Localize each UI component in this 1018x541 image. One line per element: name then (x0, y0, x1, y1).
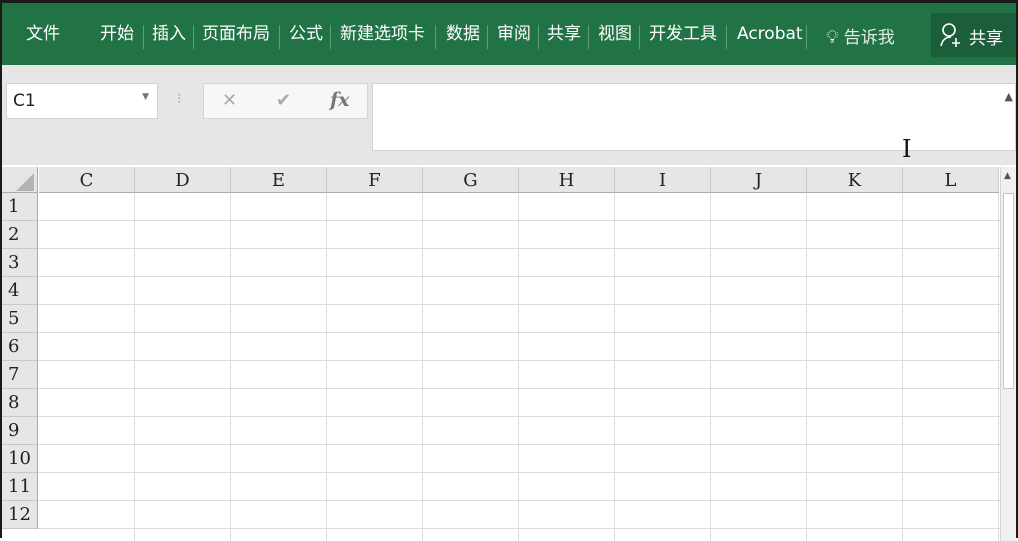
tab-11[interactable]: Acrobat (737, 23, 803, 45)
column-gridline (902, 193, 903, 541)
column-gridline (326, 193, 327, 541)
tab-9[interactable]: 视图 (598, 23, 632, 45)
column-header-G[interactable]: G (423, 167, 519, 193)
ribbon: 文件 💡︎ 告诉我 共享 开始 插入 页面布局 公式 新建选项卡 数据 审阅 共享 视图 开发工具… (2, 3, 1016, 65)
tab-10[interactable]: 开发工具 (649, 23, 717, 45)
column-gridline (710, 193, 711, 541)
vertical-scrollbar[interactable]: ▲ (1000, 167, 1016, 541)
row-gridline (38, 416, 1000, 417)
collapse-icon[interactable]: ▲ (1005, 90, 1013, 103)
cancel-button[interactable]: ✕ (222, 90, 237, 111)
tab-3[interactable]: 页面布局 (202, 23, 270, 45)
row-header-11[interactable]: 11 (2, 473, 38, 501)
column-gridline (806, 193, 807, 541)
row-header-3[interactable]: 3 (2, 249, 38, 277)
column-header-H[interactable]: H (519, 167, 615, 193)
row-header-1[interactable]: 1 (2, 193, 38, 221)
row-gridline (38, 388, 1000, 389)
column-header-F[interactable]: F (327, 167, 423, 193)
formula-bar-area: C1 ▼ ⁝ ✕ ✔ fx ▲ I (2, 65, 1016, 165)
tab-separator (538, 25, 539, 49)
row-gridline (38, 444, 1000, 445)
column-header-K[interactable]: K (807, 167, 903, 193)
tab-4[interactable]: 公式 (289, 23, 323, 45)
tab-6[interactable]: 数据 (446, 23, 480, 45)
tab-5[interactable]: 新建选项卡 (340, 23, 425, 45)
name-box-value: C1 (13, 91, 36, 111)
text-cursor-icon: I (902, 135, 912, 163)
tab-separator (330, 25, 331, 49)
tab-separator (143, 25, 144, 49)
select-all-triangle-icon (16, 173, 34, 191)
share-label: 共享 (969, 29, 1003, 49)
share-button[interactable]: 共享 (931, 13, 1016, 57)
scroll-up-icon[interactable]: ▲ (1004, 171, 1011, 181)
row-header-12[interactable]: 12 (2, 501, 38, 529)
row-header-10[interactable]: 10 (2, 445, 38, 473)
lightbulb-icon: 💡︎ (826, 27, 839, 48)
tab-8[interactable]: 共享 (547, 23, 581, 45)
tell-me-label: 告诉我 (843, 28, 895, 48)
tab-file[interactable]: 文件 (26, 23, 60, 45)
row-gridline (38, 472, 1000, 473)
row-header-2[interactable]: 2 (2, 221, 38, 249)
row-header-5[interactable]: 5 (2, 305, 38, 333)
column-header-C[interactable]: C (39, 167, 135, 193)
grip-icon: ⁝ (177, 91, 182, 107)
select-all-button[interactable] (2, 167, 38, 193)
tab-separator (279, 25, 280, 49)
row-header-9[interactable]: 9 (2, 417, 38, 445)
row-header-8[interactable]: 8 (2, 389, 38, 417)
tab-separator (806, 25, 807, 49)
row-gridline (38, 500, 1000, 501)
row-gridline (38, 304, 1000, 305)
tab-separator (639, 25, 640, 49)
row-header-7[interactable]: 7 (2, 361, 38, 389)
formula-buttons: ✕ ✔ fx (203, 83, 368, 119)
name-box[interactable]: C1 ▼ (6, 83, 158, 119)
column-header-I[interactable]: I (615, 167, 711, 193)
tab-separator (588, 25, 589, 49)
tab-separator (487, 25, 488, 49)
add-person-icon (940, 23, 960, 47)
tab-separator (193, 25, 194, 49)
row-gridline (38, 332, 1000, 333)
column-header-L[interactable]: L (903, 167, 999, 193)
tab-7[interactable]: 审阅 (497, 23, 531, 45)
spreadsheet-grid[interactable]: ▲ C D E F G H I J K L 1 2 3 4 5 6 7 8 9 10 11 12 (2, 165, 1016, 541)
tab-2[interactable]: 插入 (152, 23, 186, 45)
column-header-J[interactable]: J (711, 167, 807, 193)
row-gridline (38, 248, 1000, 249)
column-gridline (422, 193, 423, 541)
row-header-4[interactable]: 4 (2, 277, 38, 305)
row-gridline (38, 220, 1000, 221)
formula-input[interactable]: ▲ (372, 83, 1016, 151)
row-header-6[interactable]: 6 (2, 333, 38, 361)
chevron-down-icon[interactable]: ▼ (142, 92, 149, 102)
column-gridline (134, 193, 135, 541)
scroll-thumb[interactable] (1003, 193, 1014, 389)
column-gridline (518, 193, 519, 541)
column-header-E[interactable]: E (231, 167, 327, 193)
row-gridline (38, 360, 1000, 361)
column-header-D[interactable]: D (135, 167, 231, 193)
insert-function-button[interactable]: fx (330, 89, 350, 111)
tell-me[interactable]: 💡︎ 告诉我 (826, 23, 895, 48)
tab-1[interactable]: 开始 (100, 23, 134, 45)
row-gridline (38, 528, 1000, 529)
column-gridline (230, 193, 231, 541)
column-gridline (998, 193, 999, 541)
column-gridline (614, 193, 615, 541)
tab-separator (435, 25, 436, 49)
enter-button[interactable]: ✔ (276, 90, 291, 111)
tab-separator (726, 25, 727, 49)
row-gridline (38, 276, 1000, 277)
